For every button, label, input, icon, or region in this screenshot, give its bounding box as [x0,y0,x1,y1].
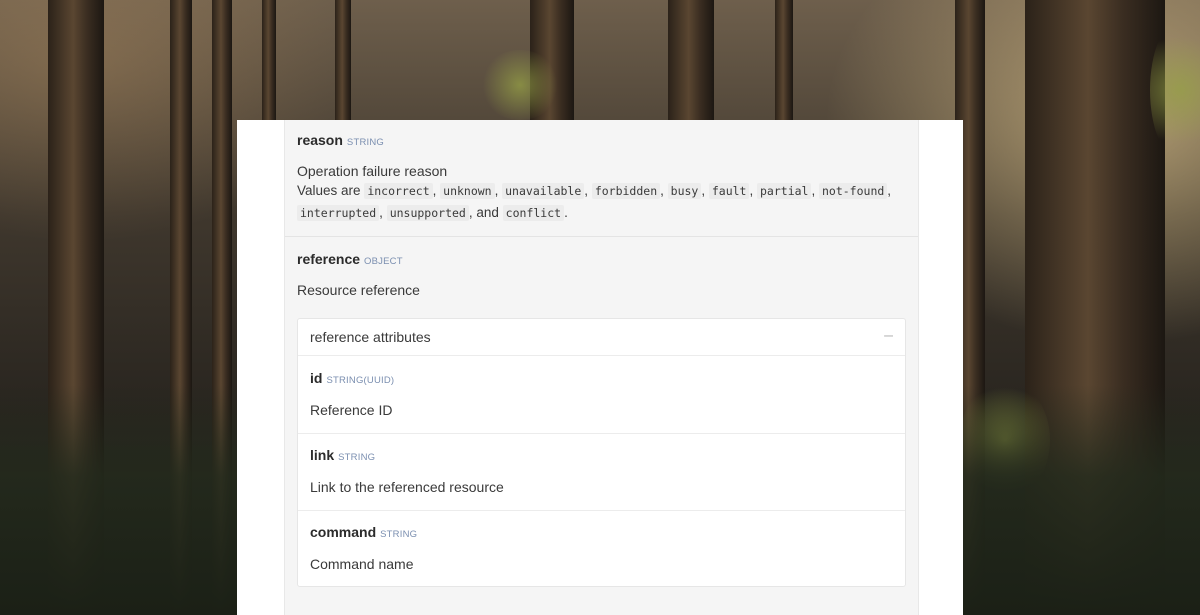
values-and: and [476,205,499,220]
enum-value: unavailable [502,183,585,199]
field-description: Operation failure reason [297,163,448,179]
reference-attributes: reference attributes – id STRING(UUID) Re… [297,318,906,587]
attribute-description: Link to the referenced resource [310,479,504,495]
enum-value: not-found [818,183,888,199]
field-name-row: reference OBJECT [297,251,906,267]
attribute-description: Reference ID [310,402,393,418]
enum-value: conflict [502,205,565,221]
field-type: STRING [346,137,385,148]
field-separator [285,236,918,237]
attribute-row: link STRING Link to the referenced resour… [298,433,905,511]
field-name-row: reason STRING [297,132,906,148]
api-docs-card: reason STRING Operation failure reason Va… [237,120,963,615]
attribute-description: Command name [310,556,414,572]
field-description: Resource reference [297,282,420,298]
attribute-name-row: command STRING [310,524,417,540]
attribute-type: STRING(UUID) [326,375,395,386]
attribute-name-row: link STRING [310,447,375,463]
foliage [480,50,560,120]
field-name: reference [297,251,361,267]
fields-panel: reason STRING Operation failure reason Va… [284,120,919,615]
attribute-name-row: id STRING(UUID) [310,370,394,386]
field-values: Values are incorrect, unknown, unavailab… [297,183,892,221]
attribute-name: command [310,524,377,540]
values-prefix: Values are [297,183,361,198]
field-type: OBJECT [364,256,403,267]
enum-value: unsupported [386,205,469,221]
attributes-title: reference attributes [310,329,431,345]
attribute-row: command STRING Command name [298,510,905,587]
attributes-header[interactable]: reference attributes – [298,319,905,356]
enum-value: unknown [440,183,495,199]
field-name: reason [297,132,343,148]
collapse-icon[interactable]: – [884,327,893,345]
attribute-row: id STRING(UUID) Reference ID [298,356,905,434]
field-reason: reason STRING Operation failure reason Va… [285,132,918,224]
attribute-type: STRING [338,452,376,463]
enum-value: fault [708,183,750,199]
enum-value: interrupted [297,205,380,221]
enum-value: partial [757,183,812,199]
attribute-type: STRING [380,529,418,540]
attribute-name: link [310,447,335,463]
enum-value: forbidden [591,183,661,199]
field-reference: reference OBJECT Resource reference [285,251,918,298]
enum-value: busy [667,183,702,199]
attribute-name: id [310,370,323,386]
enum-value: incorrect [364,183,433,199]
